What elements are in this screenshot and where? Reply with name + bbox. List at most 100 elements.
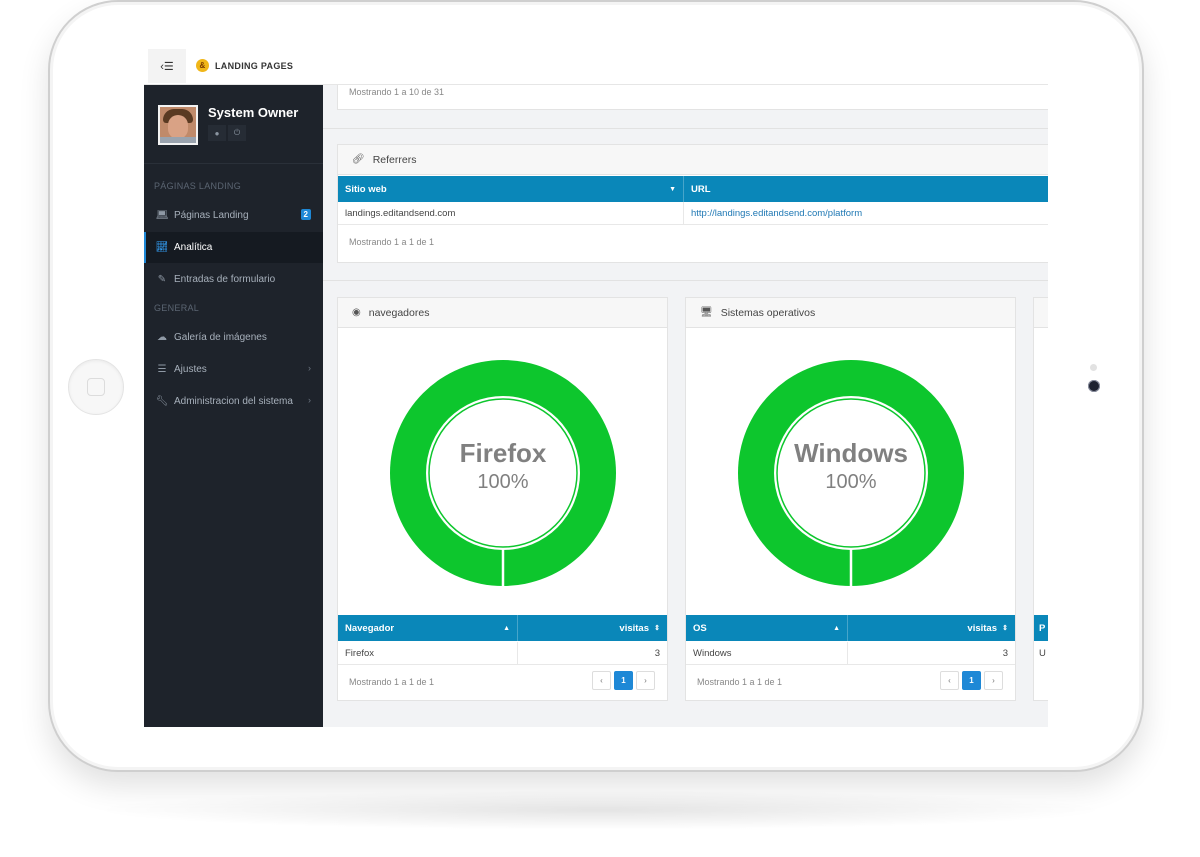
table-info: Mostrando 1 a 10 de 31 <box>349 87 445 97</box>
sidebar-toggle-button[interactable]: ‹☰ <box>148 49 186 83</box>
section-heading-landing: PÁGINAS LANDING <box>154 181 242 191</box>
avatar[interactable] <box>158 105 198 145</box>
next-page-button[interactable]: › <box>636 671 655 690</box>
referrers-panel: 🔗︎ Referrers Sitio web ▼ URL landings.ed… <box>337 144 1048 263</box>
column-header-navegador[interactable]: Navegador ▲ <box>338 615 518 641</box>
brand[interactable]: & LANDING PAGES <box>196 59 293 72</box>
sort-both-icon: ⇕ <box>1002 625 1008 632</box>
sidebar-item-ajustes[interactable]: ☰ Ajustes › <box>144 354 323 385</box>
tablet-shadow <box>90 790 1110 830</box>
table-cell: U <box>1039 647 1046 659</box>
panel-title: Sistemas operativos <box>720 306 816 319</box>
top-table-panel: Mostrando 1 a 10 de 31 <box>337 85 1048 110</box>
sensor-dot <box>1090 364 1097 371</box>
sidebar-item-label: Galería de imágenes <box>174 332 267 343</box>
count-badge: 2 <box>300 209 311 220</box>
sidebar-item-entradas[interactable]: ✎ Entradas de formulario <box>144 264 323 295</box>
browsers-panel: ◉ navegadores Firefox 100% Navegador ▲ v… <box>337 297 668 701</box>
table-header: P <box>1034 615 1048 641</box>
next-page-button[interactable]: › <box>984 671 1003 690</box>
table-row: U <box>1034 642 1048 664</box>
pagination: ‹ 1 › <box>937 671 1003 690</box>
panel-title: navegadores <box>368 306 430 319</box>
chevron-right-icon: › <box>308 395 311 405</box>
donut-percent: 100% <box>477 471 529 493</box>
sort-asc-icon: ▲ <box>503 624 510 632</box>
table-header: OS ▲ visitas ⇕ <box>686 615 1015 641</box>
home-square-icon <box>87 378 105 396</box>
profile-block: System Owner ● ⏻ <box>144 85 323 164</box>
panel-title: Referrers <box>372 153 417 166</box>
donut-percent: 100% <box>825 471 877 493</box>
laptop-icon: 💻︎ <box>155 210 169 221</box>
section-heading-general: GENERAL <box>154 303 200 313</box>
sort-asc-icon: ▲ <box>833 624 840 632</box>
sidebar-item-paginas-landing[interactable]: 💻︎ Páginas Landing 2 <box>144 200 323 231</box>
sidebar-item-label: Páginas Landing <box>174 210 249 221</box>
page-button-current[interactable]: 1 <box>962 671 981 690</box>
brand-logo-icon: & <box>196 59 209 72</box>
screen: ‹☰ & LANDING PAGES System Owner ● ⏻ PÁGI… <box>144 46 1048 727</box>
table-cell: 3 <box>654 647 660 659</box>
donut-label: Firefox <box>459 438 547 468</box>
table-cell: 3 <box>1002 647 1008 659</box>
partial-panel: P U <box>1033 297 1048 701</box>
column-header-partial[interactable]: P <box>1034 615 1048 641</box>
divider <box>323 280 1048 281</box>
donut-center-label: Firefox 100% <box>390 438 616 494</box>
sidebar-item-label: Administracion del sistema <box>174 396 293 407</box>
url-link[interactable]: http://landings.editandsend.com/platform <box>684 202 1048 224</box>
user-icon[interactable]: ● <box>208 125 226 141</box>
table-info: Mostrando 1 a 1 de 1 <box>697 677 783 687</box>
column-header-os[interactable]: OS ▲ <box>686 615 848 641</box>
column-header-visitas[interactable]: visitas ⇕ <box>518 615 667 641</box>
sidebar-item-label: Analítica <box>174 242 213 253</box>
divider <box>323 128 1048 129</box>
sidebar-item-galeria[interactable]: ☁ Galería de imágenes <box>144 322 323 353</box>
top-navbar: ‹☰ & LANDING PAGES <box>144 46 1048 85</box>
table-info: Mostrando 1 a 1 de 1 <box>349 237 435 247</box>
table-cell: Windows <box>686 642 848 664</box>
sidebar-item-label: Ajustes <box>174 364 207 375</box>
table-cell: Firefox <box>338 642 518 664</box>
table-header: Navegador ▲ visitas ⇕ <box>338 615 667 641</box>
sort-both-icon: ⇕ <box>654 625 660 632</box>
table-info: Mostrando 1 a 1 de 1 <box>349 677 435 687</box>
os-panel: 🖥︎ Sistemas operativos Windows 100% OS ▲ <box>685 297 1016 701</box>
prev-page-button[interactable]: ‹ <box>940 671 959 690</box>
donut-center-label: Windows 100% <box>738 438 964 494</box>
menu-collapse-icon: ‹☰ <box>160 60 174 73</box>
chevron-right-icon: › <box>308 363 311 373</box>
column-header-url[interactable]: URL <box>684 176 1048 202</box>
column-header-sitio-web[interactable]: Sitio web ▼ <box>338 176 684 202</box>
camera-lens <box>1088 380 1100 392</box>
sidebar-item-administracion[interactable]: 🔧︎ Administracion del sistema › <box>144 386 323 417</box>
cloud-icon: ☁ <box>157 332 167 343</box>
power-icon[interactable]: ⏻ <box>228 125 246 141</box>
table-cell: landings.editandsend.com <box>338 202 684 224</box>
home-button[interactable] <box>68 359 124 415</box>
panel-header: 🖥︎ Sistemas operativos <box>686 298 1015 328</box>
table-row: Windows 3 <box>686 642 1015 665</box>
column-header-visitas[interactable]: visitas ⇕ <box>848 615 1015 641</box>
link-icon: 🔗︎ <box>352 154 365 165</box>
compass-icon: ◉ <box>352 307 361 318</box>
wrench-icon: 🔧︎ <box>155 396 169 407</box>
pagination: ‹ 1 › <box>589 671 655 690</box>
profile-name: System Owner <box>208 105 299 120</box>
prev-page-button[interactable]: ‹ <box>592 671 611 690</box>
sort-desc-icon: ▼ <box>669 185 676 193</box>
page-button-current[interactable]: 1 <box>614 671 633 690</box>
sidebar-item-analitica[interactable]: 📈︎ Analítica <box>144 232 323 263</box>
edit-icon: ✎ <box>157 274 167 285</box>
table-row: landings.editandsend.com http://landings… <box>338 202 1048 225</box>
panel-header <box>1034 298 1048 328</box>
sidebar-item-label: Entradas de formulario <box>174 274 276 285</box>
donut-label: Windows <box>794 438 908 468</box>
chart-line-icon: 📈︎ <box>155 242 169 253</box>
desktop-icon: 🖥︎ <box>700 307 713 318</box>
panel-header: 🔗︎ Referrers <box>338 145 1048 175</box>
table-row: Firefox 3 <box>338 642 667 665</box>
main-content: Mostrando 1 a 10 de 31 🔗︎ Referrers Siti… <box>323 85 1048 727</box>
brand-title: LANDING PAGES <box>215 60 294 71</box>
